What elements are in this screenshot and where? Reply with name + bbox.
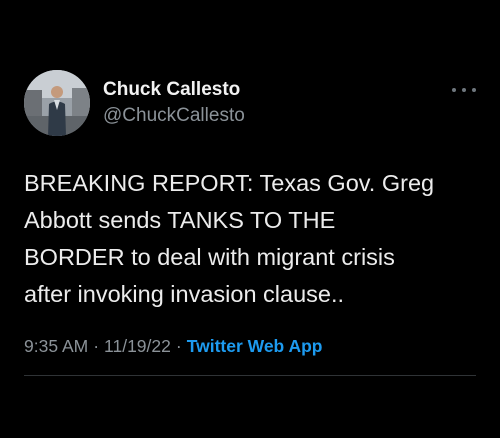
profile-photo-icon: [24, 70, 90, 136]
more-dot: [472, 88, 476, 92]
tweet-time[interactable]: 9:35 AM: [24, 336, 88, 357]
more-dot: [462, 88, 466, 92]
tweet-text: BREAKING REPORT: Texas Gov. Greg Abbott …: [24, 170, 435, 307]
author-handle[interactable]: @ChuckCallesto: [103, 105, 245, 127]
meta-separator: ·: [93, 336, 100, 356]
tweet-source-link[interactable]: Twitter Web App: [187, 336, 323, 357]
author-display-name[interactable]: Chuck Callesto: [103, 79, 240, 101]
tweet-metadata: 9:35 AM · 11/19/22 · Twitter Web App: [24, 336, 322, 357]
more-options-icon[interactable]: [452, 84, 476, 96]
more-dot: [452, 88, 456, 92]
meta-separator: ·: [175, 336, 182, 356]
divider: [24, 375, 476, 376]
tweet-date[interactable]: 11/19/22: [104, 336, 171, 357]
tweet-container: Chuck Callesto @ChuckCallesto BREAKING R…: [0, 0, 500, 438]
author-avatar[interactable]: [24, 70, 90, 136]
